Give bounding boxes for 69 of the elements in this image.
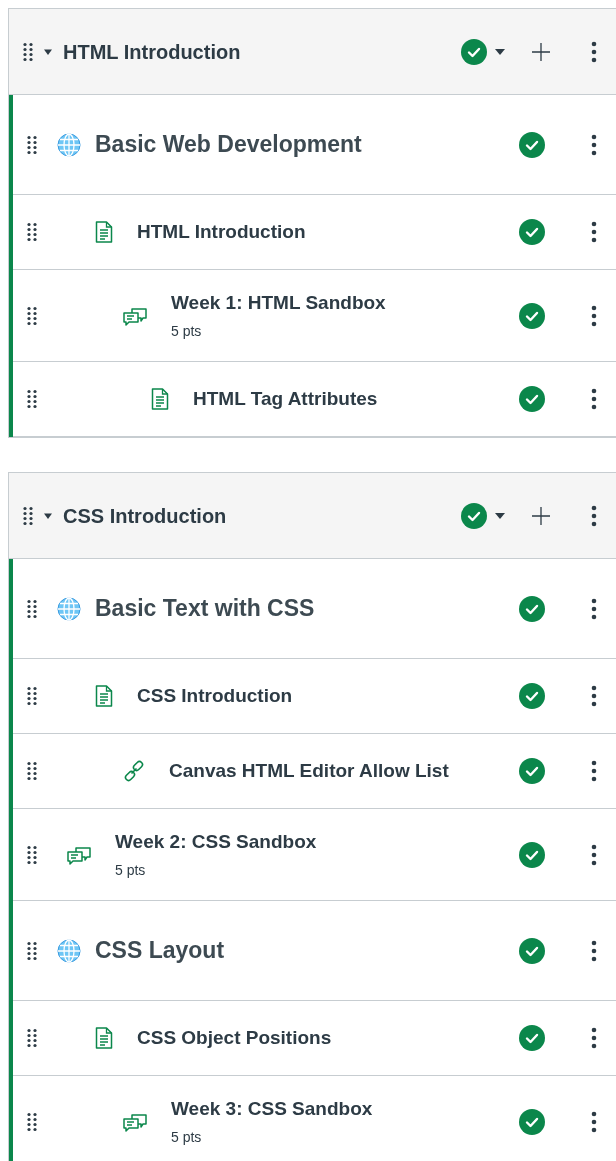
module-header[interactable]: CSS Introduction bbox=[9, 473, 616, 559]
drag-handle-icon[interactable] bbox=[27, 686, 37, 706]
more-options-icon[interactable] bbox=[591, 939, 597, 962]
published-check-icon[interactable] bbox=[519, 302, 545, 329]
drag-handle-icon[interactable] bbox=[23, 41, 33, 62]
published-check-icon[interactable] bbox=[519, 937, 545, 964]
published-check-icon[interactable] bbox=[519, 219, 545, 245]
module-title: CSS Introduction bbox=[63, 503, 227, 529]
more-options-icon[interactable] bbox=[591, 504, 597, 527]
text-header: Basic Web Development bbox=[95, 130, 362, 160]
drag-handle-icon[interactable] bbox=[27, 222, 37, 242]
drag-handle-icon[interactable] bbox=[27, 389, 37, 409]
drag-handle-icon[interactable] bbox=[27, 761, 37, 781]
drag-handle-icon[interactable] bbox=[27, 1028, 37, 1048]
more-options-icon[interactable] bbox=[591, 388, 597, 410]
item-title-link[interactable]: HTML Introduction bbox=[137, 217, 306, 247]
document-icon bbox=[151, 388, 169, 410]
drag-handle-icon[interactable] bbox=[27, 844, 37, 865]
more-options-icon[interactable] bbox=[591, 685, 597, 707]
document-icon bbox=[95, 1027, 113, 1049]
item-title-link[interactable]: CSS Introduction bbox=[137, 681, 293, 711]
drag-handle-icon[interactable] bbox=[27, 940, 37, 961]
item-title-link[interactable]: Week 2: CSS Sandbox bbox=[115, 827, 317, 857]
points-label: 5 pts bbox=[115, 861, 147, 881]
add-icon[interactable] bbox=[532, 506, 550, 525]
item-title-link[interactable]: CSS Object Positions bbox=[137, 1023, 332, 1053]
module-title: HTML Introduction bbox=[63, 39, 241, 65]
more-options-icon[interactable] bbox=[591, 1110, 597, 1133]
add-icon[interactable] bbox=[532, 42, 550, 61]
more-options-icon[interactable] bbox=[591, 760, 597, 782]
published-check-icon[interactable] bbox=[519, 595, 545, 622]
item-title-link[interactable]: Week 1: HTML Sandbox bbox=[171, 288, 386, 318]
published-check-icon[interactable] bbox=[519, 683, 545, 709]
published-check-icon[interactable] bbox=[461, 502, 487, 529]
dropdown-caret-icon[interactable] bbox=[495, 511, 505, 520]
more-options-icon[interactable] bbox=[591, 1027, 597, 1049]
globe-icon bbox=[57, 132, 81, 157]
published-check-icon[interactable] bbox=[461, 38, 487, 65]
published-check-icon[interactable] bbox=[519, 1108, 545, 1135]
item-title-link[interactable]: Canvas HTML Editor Allow List bbox=[169, 756, 449, 786]
document-icon bbox=[95, 685, 113, 707]
text-header: CSS Layout bbox=[95, 936, 225, 966]
published-check-icon[interactable] bbox=[519, 1025, 545, 1051]
globe-icon bbox=[57, 596, 81, 621]
more-options-icon[interactable] bbox=[591, 221, 597, 243]
more-options-icon[interactable] bbox=[591, 133, 597, 156]
dropdown-caret-icon[interactable] bbox=[495, 47, 505, 56]
drag-handle-icon[interactable] bbox=[23, 505, 33, 526]
item-title-link[interactable]: HTML Tag Attributes bbox=[193, 384, 378, 414]
link-icon bbox=[123, 760, 145, 782]
more-options-icon[interactable] bbox=[591, 843, 597, 866]
published-check-icon[interactable] bbox=[519, 131, 545, 158]
document-icon bbox=[95, 221, 113, 243]
text-header: Basic Text with CSS bbox=[95, 594, 315, 624]
drag-handle-icon[interactable] bbox=[27, 1111, 37, 1132]
item-title-link[interactable]: Week 3: CSS Sandbox bbox=[171, 1094, 373, 1124]
published-check-icon[interactable] bbox=[519, 841, 545, 868]
globe-icon bbox=[57, 938, 81, 963]
module-header[interactable]: HTML Introduction bbox=[9, 9, 616, 95]
points-label: 5 pts bbox=[171, 1128, 203, 1148]
points-label: 5 pts bbox=[171, 322, 203, 342]
more-options-icon[interactable] bbox=[591, 304, 597, 327]
published-check-icon[interactable] bbox=[519, 386, 545, 412]
more-options-icon[interactable] bbox=[591, 40, 597, 63]
drag-handle-icon[interactable] bbox=[27, 305, 37, 326]
published-check-icon[interactable] bbox=[519, 758, 545, 784]
drag-handle-icon[interactable] bbox=[27, 598, 37, 619]
drag-handle-icon[interactable] bbox=[27, 134, 37, 155]
more-options-icon[interactable] bbox=[591, 597, 597, 620]
